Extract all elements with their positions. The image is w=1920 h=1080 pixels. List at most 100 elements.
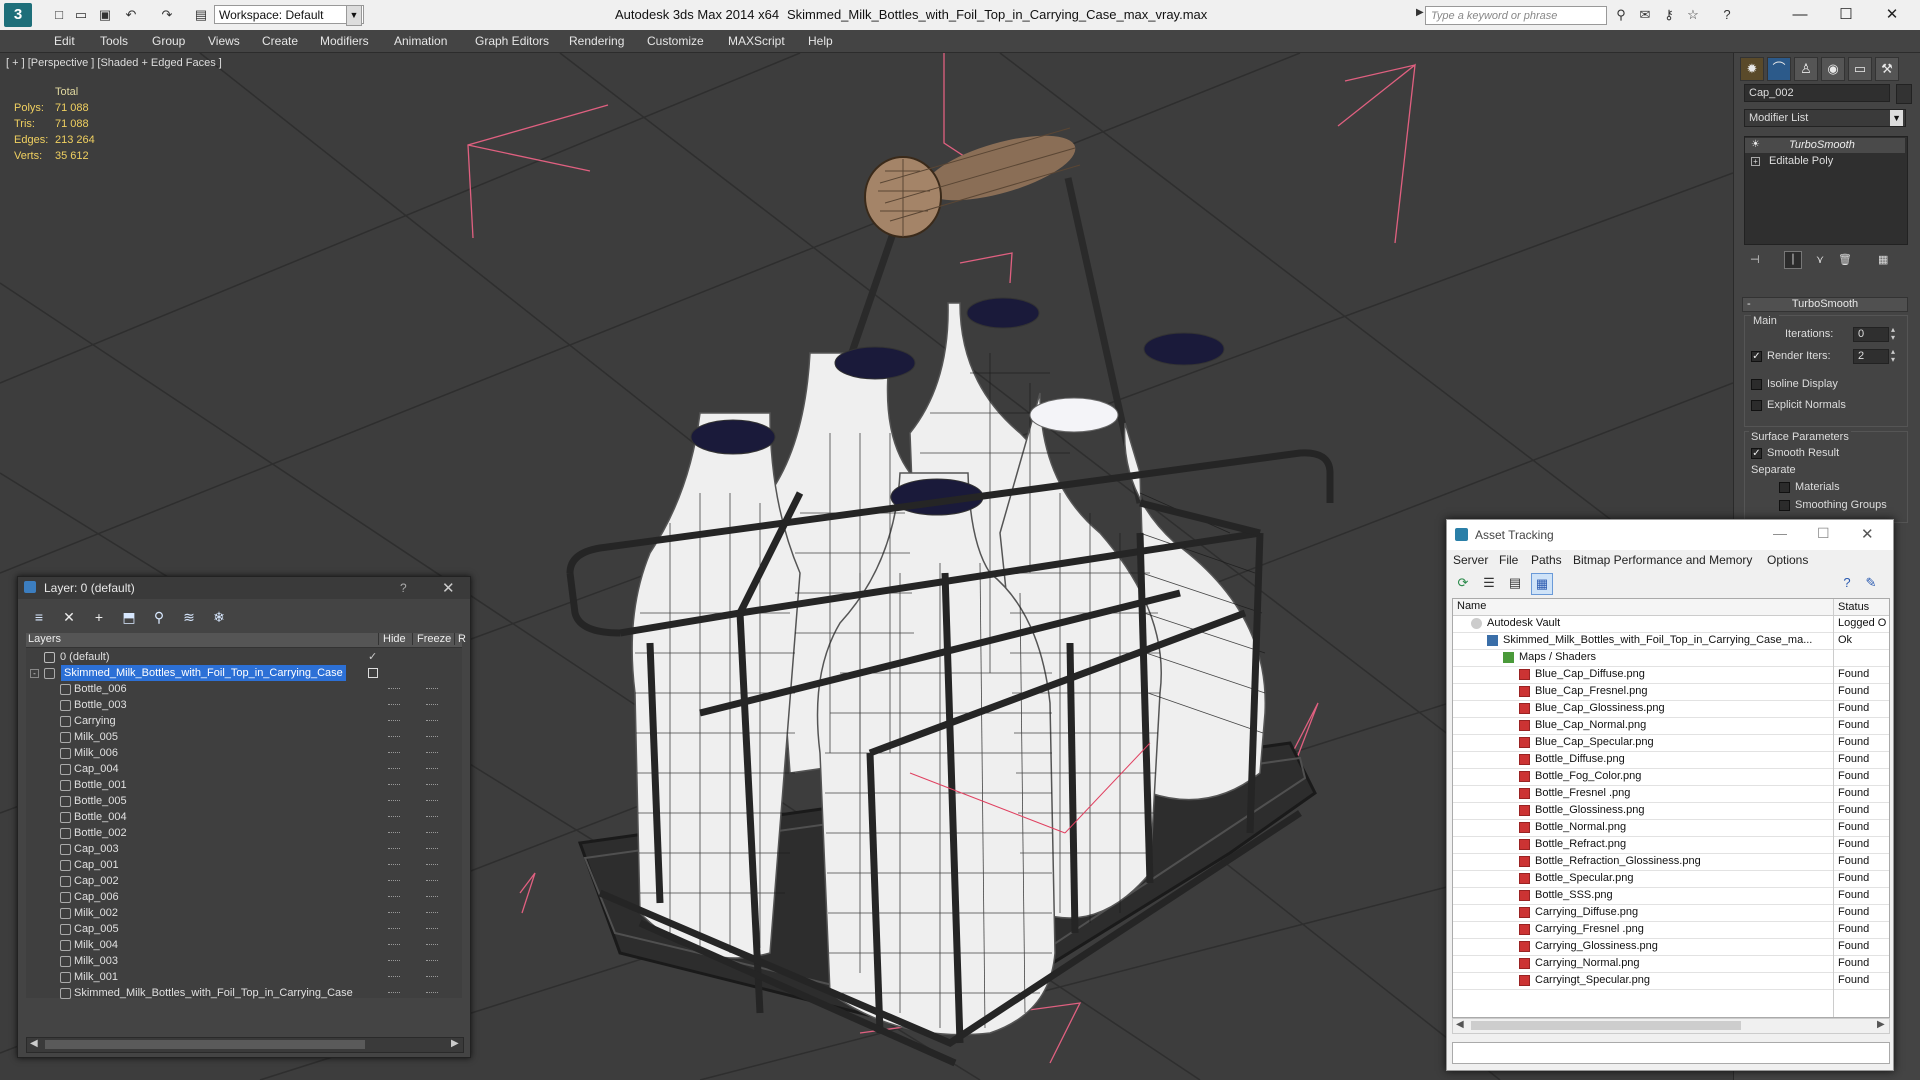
delete-layer-icon[interactable]: ✕ bbox=[58, 607, 80, 627]
hide-toggle[interactable] bbox=[388, 976, 400, 979]
object-row[interactable]: Carrying bbox=[26, 713, 462, 729]
asset-row-map[interactable]: Carrying_Normal.png Found bbox=[1453, 955, 1889, 973]
menu-animation[interactable]: Animation bbox=[394, 34, 447, 48]
object-row[interactable]: Milk_001 bbox=[26, 969, 462, 985]
viewport-label[interactable]: [ + ] [Perspective ] [Shaded + Edged Fac… bbox=[6, 57, 222, 69]
hide-toggle[interactable] bbox=[388, 768, 400, 771]
freeze-all-icon[interactable]: ❄ bbox=[208, 607, 230, 627]
menu-modifiers[interactable]: Modifiers bbox=[320, 34, 369, 48]
project-folder-icon[interactable]: ▤ bbox=[192, 6, 210, 24]
asset-path-field[interactable] bbox=[1452, 1042, 1890, 1064]
table-view-icon[interactable]: ▤ bbox=[1505, 573, 1525, 593]
active-layer-check-icon[interactable]: ✓ bbox=[368, 649, 377, 665]
menu-help[interactable]: Help bbox=[808, 34, 833, 48]
make-unique-icon[interactable]: ⋎ bbox=[1816, 253, 1824, 266]
asset-row-map[interactable]: Carrying_Glossiness.png Found bbox=[1453, 938, 1889, 956]
col-layers-header[interactable]: Layers bbox=[28, 633, 61, 645]
isoline-display-checkbox[interactable] bbox=[1751, 379, 1762, 390]
menu-bitmap-performance[interactable]: Bitmap Performance and Memory bbox=[1573, 553, 1752, 567]
asset-row-maps-group[interactable]: Maps / Shaders bbox=[1453, 649, 1889, 667]
render-iters-spinner-arrows-icon[interactable]: ▴ ▾ bbox=[1891, 348, 1895, 364]
object-row[interactable]: Milk_002 bbox=[26, 905, 462, 921]
object-row[interactable]: Milk_003 bbox=[26, 953, 462, 969]
collapse-minus-icon[interactable]: - bbox=[30, 669, 39, 678]
render-iters-spinner[interactable]: 2 bbox=[1853, 349, 1889, 364]
hide-toggle[interactable] bbox=[388, 896, 400, 899]
favorites-star-icon[interactable]: ☆ bbox=[1684, 6, 1702, 24]
hide-toggle[interactable] bbox=[388, 880, 400, 883]
hide-all-icon[interactable]: ≋ bbox=[178, 607, 200, 627]
col-freeze-header[interactable]: Freeze bbox=[412, 633, 451, 645]
render-iters-checkbox[interactable]: ✓ bbox=[1751, 351, 1762, 362]
layer-row-skimmed-milk[interactable]: - Skimmed_Milk_Bottles_with_Foil_Top_in_… bbox=[26, 665, 462, 681]
freeze-toggle[interactable] bbox=[426, 720, 438, 723]
freeze-toggle[interactable] bbox=[426, 880, 438, 883]
save-icon[interactable]: ▣ bbox=[96, 6, 114, 24]
freeze-toggle[interactable] bbox=[426, 928, 438, 931]
object-color-swatch[interactable] bbox=[1896, 84, 1912, 104]
object-name-field[interactable]: Cap_002 bbox=[1744, 84, 1890, 102]
hide-toggle[interactable] bbox=[388, 688, 400, 691]
scroll-left-icon[interactable]: ◀ bbox=[30, 1038, 38, 1049]
freeze-toggle[interactable] bbox=[426, 688, 438, 691]
freeze-toggle[interactable] bbox=[426, 736, 438, 739]
help-icon[interactable]: ? bbox=[1837, 573, 1857, 593]
object-row[interactable]: Cap_002 bbox=[26, 873, 462, 889]
freeze-toggle[interactable] bbox=[426, 752, 438, 755]
asset-row-map[interactable]: Blue_Cap_Glossiness.png Found bbox=[1453, 700, 1889, 718]
menu-create[interactable]: Create bbox=[262, 34, 298, 48]
object-row[interactable]: Milk_004 bbox=[26, 937, 462, 953]
close-icon[interactable]: ✕ bbox=[442, 579, 455, 597]
asset-row-map[interactable]: Bottle_Normal.png Found bbox=[1453, 819, 1889, 837]
col-render-header[interactable]: R bbox=[454, 633, 466, 645]
menu-views[interactable]: Views bbox=[208, 34, 240, 48]
asset-row-map[interactable]: Bottle_Specular.png Found bbox=[1453, 870, 1889, 888]
scrollbar-thumb[interactable] bbox=[1471, 1021, 1741, 1030]
asset-row-vault[interactable]: Autodesk Vault Logged O bbox=[1453, 615, 1889, 633]
grid-view-icon[interactable]: ▦ bbox=[1531, 573, 1553, 595]
iterations-spinner[interactable]: 0 bbox=[1853, 327, 1889, 342]
object-row[interactable]: Skimmed_Milk_Bottles_with_Foil_Top_in_Ca… bbox=[26, 985, 462, 1001]
object-row[interactable]: Cap_001 bbox=[26, 857, 462, 873]
hide-toggle[interactable] bbox=[388, 816, 400, 819]
workspace-dropdown-button[interactable]: ▼ bbox=[346, 5, 362, 26]
hide-toggle[interactable] bbox=[388, 752, 400, 755]
search-expand-icon[interactable]: ▶ bbox=[1416, 7, 1424, 18]
scroll-right-icon[interactable]: ▶ bbox=[451, 1038, 459, 1049]
workspace-dropdown[interactable]: Workspace: Default ▼ bbox=[214, 5, 364, 24]
object-row[interactable]: Bottle_004 bbox=[26, 809, 462, 825]
help-icon[interactable]: ? bbox=[1718, 6, 1736, 24]
configure-sets-icon[interactable]: ▦ bbox=[1878, 253, 1888, 266]
stack-item-turbosmooth[interactable]: ☀ TurboSmooth bbox=[1745, 138, 1905, 153]
menu-maxscript[interactable]: MAXScript bbox=[728, 34, 785, 48]
lightbulb-icon[interactable]: ☀ bbox=[1751, 139, 1760, 150]
freeze-toggle[interactable] bbox=[426, 912, 438, 915]
undo-icon[interactable]: ↶ bbox=[122, 6, 140, 24]
asset-row-map[interactable]: Blue_Cap_Fresnel.png Found bbox=[1453, 683, 1889, 701]
search-input[interactable]: Type a keyword or phrase bbox=[1425, 6, 1607, 25]
menu-tools[interactable]: Tools bbox=[100, 34, 128, 48]
freeze-toggle[interactable] bbox=[426, 848, 438, 851]
asset-row-map[interactable]: Carrying_Fresnel .png Found bbox=[1453, 921, 1889, 939]
modify-tab-icon[interactable]: ⌒ bbox=[1767, 57, 1791, 81]
object-row[interactable]: Bottle_005 bbox=[26, 793, 462, 809]
object-row[interactable]: Bottle_003 bbox=[26, 697, 462, 713]
object-row[interactable]: Bottle_006 bbox=[26, 681, 462, 697]
asset-row-map[interactable]: Carrying_Diffuse.png Found bbox=[1453, 904, 1889, 922]
asset-row-map[interactable]: Bottle_Refract.png Found bbox=[1453, 836, 1889, 854]
create-layer-icon[interactable]: ≡ bbox=[28, 607, 50, 627]
hide-toggle[interactable] bbox=[388, 832, 400, 835]
layer-row-default[interactable]: 0 (default) ✓ bbox=[26, 649, 462, 665]
motion-tab-icon[interactable]: ◉ bbox=[1821, 57, 1845, 81]
close-button[interactable]: ✕ bbox=[1861, 525, 1874, 543]
turbosmooth-rollout-header[interactable]: - TurboSmooth bbox=[1742, 297, 1908, 312]
asset-tracking-titlebar[interactable]: Asset Tracking — ☐ ✕ bbox=[1447, 520, 1893, 550]
current-layer-box-icon[interactable] bbox=[368, 668, 378, 678]
list-view-icon[interactable]: ☰ bbox=[1479, 573, 1499, 593]
materials-checkbox[interactable] bbox=[1779, 482, 1790, 493]
minimize-button[interactable]: — bbox=[1780, 3, 1820, 27]
scroll-left-icon[interactable]: ◀ bbox=[1456, 1019, 1464, 1030]
asset-row-map[interactable]: Blue_Cap_Normal.png Found bbox=[1453, 717, 1889, 735]
menu-server[interactable]: Server bbox=[1453, 553, 1488, 567]
close-button[interactable]: ✕ bbox=[1872, 3, 1912, 27]
